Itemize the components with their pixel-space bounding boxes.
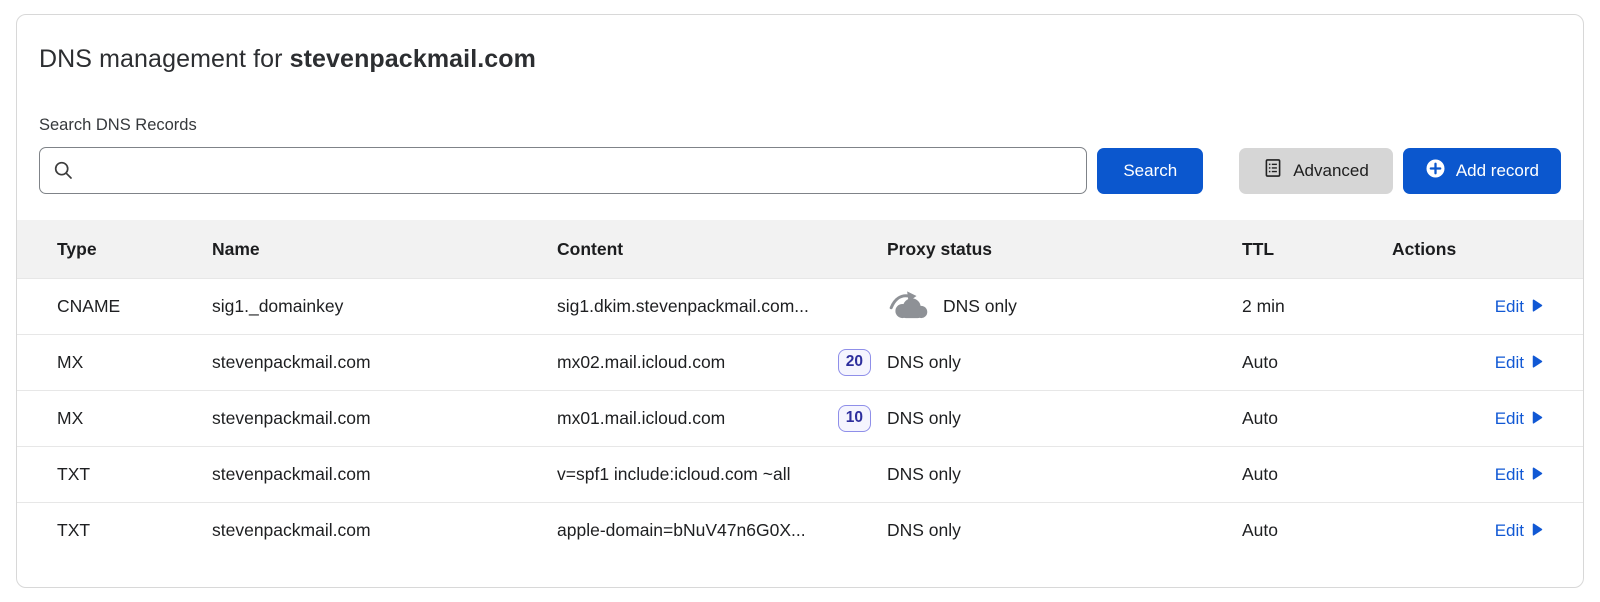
edit-arrow-icon xyxy=(1532,465,1543,485)
cell-type: MX xyxy=(57,408,212,429)
table-row[interactable]: CNAME sig1._domainkey sig1.dkim.stevenpa… xyxy=(17,278,1583,334)
page-title-prefix: DNS management for xyxy=(39,45,290,73)
cell-name: stevenpackmail.com xyxy=(212,408,557,429)
column-header-ttl: TTL xyxy=(1242,239,1392,260)
add-record-button[interactable]: Add record xyxy=(1403,148,1561,194)
table-header-row: Type Name Content Proxy status TTL Actio… xyxy=(17,220,1583,278)
plus-icon xyxy=(1425,158,1446,184)
table-row[interactable]: MX stevenpackmail.com mx01.mail.icloud.c… xyxy=(17,390,1583,446)
edit-label: Edit xyxy=(1495,353,1524,373)
edit-arrow-icon xyxy=(1532,409,1543,429)
cell-content: sig1.dkim.stevenpackmail.com... xyxy=(557,296,809,317)
advanced-button[interactable]: Advanced xyxy=(1239,148,1393,194)
search-box xyxy=(39,147,1087,194)
cell-type: TXT xyxy=(57,520,212,541)
dns-management-card: DNS management for stevenpackmail.com Se… xyxy=(16,14,1584,588)
edit-button[interactable]: Edit xyxy=(1495,353,1543,373)
search-button[interactable]: Search xyxy=(1097,148,1203,194)
table-row[interactable]: TXT stevenpackmail.com apple-domain=bNuV… xyxy=(17,502,1583,558)
edit-label: Edit xyxy=(1495,521,1524,541)
table-row[interactable]: MX stevenpackmail.com mx02.mail.icloud.c… xyxy=(17,334,1583,390)
page-title-domain: stevenpackmail.com xyxy=(290,45,536,73)
cell-ttl: Auto xyxy=(1242,408,1392,429)
cell-type: MX xyxy=(57,352,212,373)
table-row[interactable]: TXT stevenpackmail.com v=spf1 include:ic… xyxy=(17,446,1583,502)
search-input[interactable] xyxy=(39,147,1087,194)
advanced-button-label: Advanced xyxy=(1293,161,1369,181)
cell-content: v=spf1 include:icloud.com ~all xyxy=(557,464,790,485)
edit-label: Edit xyxy=(1495,465,1524,485)
proxy-status-text: DNS only xyxy=(887,352,961,373)
cell-content: mx02.mail.icloud.com xyxy=(557,352,725,373)
edit-label: Edit xyxy=(1495,409,1524,429)
column-header-actions: Actions xyxy=(1392,239,1543,260)
advanced-list-icon xyxy=(1263,158,1283,183)
cell-content: apple-domain=bNuV47n6G0X... xyxy=(557,520,806,541)
edit-button[interactable]: Edit xyxy=(1495,409,1543,429)
search-button-label: Search xyxy=(1123,161,1177,181)
cell-type: TXT xyxy=(57,464,212,485)
proxy-status-text: DNS only xyxy=(943,296,1017,317)
cell-content: mx01.mail.icloud.com xyxy=(557,408,725,429)
proxy-status-text: DNS only xyxy=(887,408,961,429)
dns-only-cloud-icon xyxy=(887,289,931,324)
cell-name: stevenpackmail.com xyxy=(212,352,557,373)
dns-records-table: Type Name Content Proxy status TTL Actio… xyxy=(17,220,1583,558)
column-header-name: Name xyxy=(212,239,557,260)
search-icon xyxy=(53,160,74,186)
edit-button[interactable]: Edit xyxy=(1495,521,1543,541)
column-header-proxy: Proxy status xyxy=(887,239,1242,260)
search-toolbar: Search Advanced xyxy=(39,147,1561,194)
cell-name: sig1._domainkey xyxy=(212,296,557,317)
edit-label: Edit xyxy=(1495,297,1524,317)
column-header-content: Content xyxy=(557,239,887,260)
cell-name: stevenpackmail.com xyxy=(212,520,557,541)
cell-ttl: 2 min xyxy=(1242,296,1392,317)
cell-type: CNAME xyxy=(57,296,212,317)
page-title: DNS management for stevenpackmail.com xyxy=(39,45,1561,74)
search-label: Search DNS Records xyxy=(39,116,1561,135)
edit-arrow-icon xyxy=(1532,521,1543,541)
column-header-type: Type xyxy=(57,239,212,260)
proxy-status-text: DNS only xyxy=(887,464,961,485)
add-record-button-label: Add record xyxy=(1456,161,1539,181)
mx-priority-badge: 20 xyxy=(838,349,871,376)
cell-ttl: Auto xyxy=(1242,520,1392,541)
proxy-status-text: DNS only xyxy=(887,520,961,541)
cell-name: stevenpackmail.com xyxy=(212,464,557,485)
edit-button[interactable]: Edit xyxy=(1495,297,1543,317)
edit-button[interactable]: Edit xyxy=(1495,465,1543,485)
mx-priority-badge: 10 xyxy=(838,405,871,432)
edit-arrow-icon xyxy=(1532,297,1543,317)
cell-ttl: Auto xyxy=(1242,352,1392,373)
cell-ttl: Auto xyxy=(1242,464,1392,485)
edit-arrow-icon xyxy=(1532,353,1543,373)
